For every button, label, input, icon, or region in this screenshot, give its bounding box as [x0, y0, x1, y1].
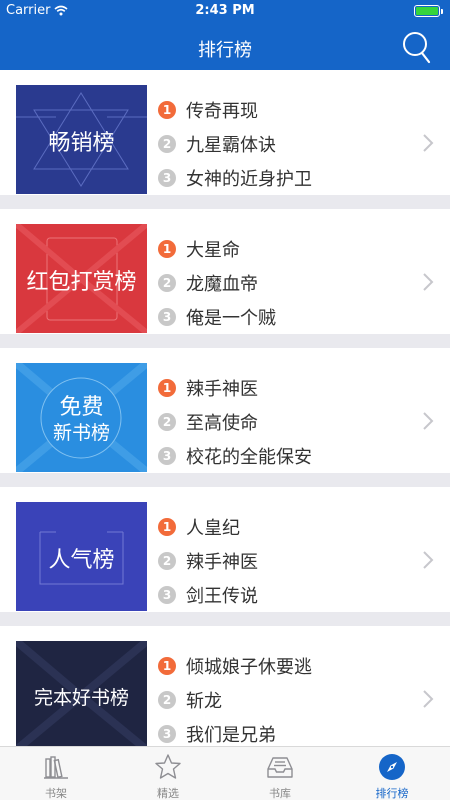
book-title: 俺是一个贼 — [186, 308, 276, 329]
ranking-card-completed[interactable]: 完本好书榜 1 倾城娘子休要逃 2 斩龙 3 我们是兄弟 — [0, 626, 450, 746]
list-item[interactable]: 1 倾城娘子休要逃 — [158, 654, 312, 678]
tab-library[interactable]: 书库 — [224, 747, 336, 800]
book-title: 辣手神医 — [186, 379, 258, 400]
banner-red-envelope: 红包打赏榜 — [16, 224, 147, 333]
banner-bestseller: 畅销榜 — [16, 85, 147, 194]
rank-badge: 1 — [158, 379, 176, 397]
list-item[interactable]: 2 斩龙 — [158, 688, 222, 712]
tab-bar: 书架 精选 书库 排行榜 — [0, 746, 450, 800]
book-title: 龙魔血帝 — [186, 274, 258, 295]
banner-popular: 人气榜 — [16, 502, 147, 611]
book-title: 我们是兄弟 — [186, 725, 276, 746]
book-title: 校花的全能保安 — [186, 447, 312, 468]
rank-badge: 2 — [158, 135, 176, 153]
list-item[interactable]: 3 俺是一个贼 — [158, 305, 276, 329]
banner-title: 畅销榜 — [48, 131, 115, 156]
rank-badge: 1 — [158, 240, 176, 258]
book-title: 辣手神医 — [186, 552, 258, 573]
list-item[interactable]: 3 我们是兄弟 — [158, 722, 276, 746]
book-title: 剑王传说 — [186, 586, 258, 607]
list-item[interactable]: 2 九星霸体诀 — [158, 132, 276, 156]
book-title: 传奇再现 — [186, 101, 258, 122]
tab-rankings[interactable]: 排行榜 — [336, 747, 448, 800]
app-header: Carrier 2:43 PM 排行榜 — [0, 0, 450, 70]
banner-title: 免费 — [59, 395, 104, 420]
banner-completed: 完本好书榜 — [16, 641, 147, 746]
rank-badge: 3 — [158, 447, 176, 465]
rank-badge: 3 — [158, 586, 176, 604]
chevron-right-icon[interactable] — [422, 689, 434, 709]
ranking-card-red-envelope[interactable]: 红包打赏榜 1 大星命 2 龙魔血帝 3 俺是一个贼 — [0, 209, 450, 334]
chevron-right-icon[interactable] — [422, 272, 434, 292]
book-title: 倾城娘子休要逃 — [186, 657, 312, 678]
chevron-right-icon[interactable] — [422, 411, 434, 431]
chevron-right-icon[interactable] — [422, 550, 434, 570]
banner-free-new: 免费 新书榜 — [16, 363, 147, 472]
book-title: 斩龙 — [186, 691, 222, 712]
banner-subtitle: 新书榜 — [52, 422, 110, 444]
page-title: 排行榜 — [198, 40, 252, 61]
banner-title: 完本好书榜 — [33, 687, 129, 709]
list-item[interactable]: 3 校花的全能保安 — [158, 444, 312, 468]
tab-label: 精选 — [157, 787, 179, 800]
star-icon — [155, 754, 181, 779]
rank-badge: 2 — [158, 413, 176, 431]
ranking-card-popular[interactable]: 人气榜 1 人皇纪 2 辣手神医 3 剑王传说 — [0, 487, 450, 612]
book-title: 女神的近身护卫 — [186, 169, 312, 190]
chevron-right-icon[interactable] — [422, 133, 434, 153]
status-bar: Carrier 2:43 PM — [0, 0, 450, 22]
tab-label: 书库 — [269, 787, 291, 800]
list-item[interactable]: 1 传奇再现 — [158, 98, 258, 122]
rank-badge: 1 — [158, 657, 176, 675]
bookshelf-icon — [44, 756, 68, 779]
battery-icon — [414, 5, 443, 17]
rank-badge: 2 — [158, 274, 176, 292]
banner-title: 人气榜 — [48, 548, 115, 573]
list-item[interactable]: 1 辣手神医 — [158, 376, 258, 400]
list-item[interactable]: 2 辣手神医 — [158, 549, 258, 573]
rank-badge: 1 — [158, 101, 176, 119]
rank-badge: 2 — [158, 552, 176, 570]
rank-badge: 3 — [158, 308, 176, 326]
rank-badge: 3 — [158, 169, 176, 187]
search-icon[interactable] — [402, 30, 432, 64]
ranking-card-bestseller[interactable]: 畅销榜 1 传奇再现 2 九星霸体诀 3 女神的近身护卫 — [0, 70, 450, 195]
list-item[interactable]: 1 大星命 — [158, 237, 240, 261]
tab-bookshelf[interactable]: 书架 — [0, 747, 112, 800]
book-title: 人皇纪 — [186, 518, 240, 539]
ranking-card-free-new[interactable]: 免费 新书榜 1 辣手神医 2 至高使命 3 校花的全能保安 — [0, 348, 450, 473]
banner-title: 红包打赏榜 — [26, 270, 137, 295]
status-time: 2:43 PM — [195, 3, 255, 18]
list-item[interactable]: 3 剑王传说 — [158, 583, 258, 607]
book-title: 大星命 — [186, 240, 240, 261]
list-item[interactable]: 1 人皇纪 — [158, 515, 240, 539]
rank-badge: 2 — [158, 691, 176, 709]
list-item[interactable]: 3 女神的近身护卫 — [158, 166, 312, 190]
tab-featured[interactable]: 精选 — [112, 747, 224, 800]
book-title: 至高使命 — [186, 413, 258, 434]
book-title: 九星霸体诀 — [186, 135, 276, 156]
list-item[interactable]: 2 龙魔血帝 — [158, 271, 258, 295]
tab-label: 排行榜 — [375, 787, 409, 800]
ranking-list: 畅销榜 1 传奇再现 2 九星霸体诀 3 女神的近身护卫 红包打赏榜 1 大星命… — [0, 70, 450, 746]
compass-icon — [379, 754, 405, 780]
inbox-tray-icon — [267, 757, 293, 778]
list-item[interactable]: 2 至高使命 — [158, 410, 258, 434]
rank-badge: 1 — [158, 518, 176, 536]
rank-badge: 3 — [158, 725, 176, 743]
tab-label: 书架 — [45, 787, 67, 800]
